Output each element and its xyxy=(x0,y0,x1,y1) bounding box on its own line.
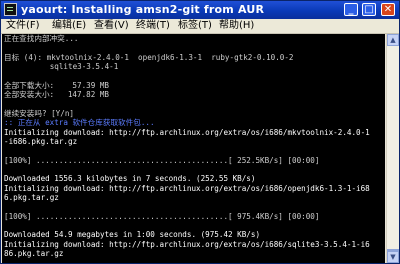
menu-help[interactable]: 帮助(H) xyxy=(219,19,254,33)
terminal-line: 目标 (4): mkvtoolnix-2.4.0-1 openjdk6-1.3-… xyxy=(4,52,294,62)
maximize-button[interactable]: □ xyxy=(362,3,376,16)
terminal-line: 全部安装大小: 147.82 MB xyxy=(4,90,109,100)
title-bar[interactable]: yaourt: Installing amsn2-git from AUR _ … xyxy=(1,1,399,19)
menu-bar: 文件(F) 编辑(E) 查看(V) 终端(T) 标签(T) 帮助(H) xyxy=(1,19,399,34)
menu-tabs[interactable]: 标签(T) xyxy=(178,19,212,33)
menu-file[interactable]: 文件(F) xyxy=(6,19,40,33)
terminal-icon xyxy=(4,3,17,16)
terminal-line: Initializing download: http://ftp.archli… xyxy=(4,183,370,193)
menu-edit[interactable]: 编辑(E) xyxy=(52,19,86,33)
terminal-line: Initializing download: http://ftp.archli… xyxy=(4,127,370,137)
terminal-line: -i686.pkg.tar.gz xyxy=(4,136,78,146)
terminal-line: Downloaded 1556.3 kilobytes in 7 seconds… xyxy=(4,174,256,184)
terminal-output[interactable]: 正在查找内部冲突... 目标 (4): mkvtoolnix-2.4.0-1 op… xyxy=(2,34,385,263)
terminal-line: [100%] .................................… xyxy=(4,155,320,165)
window-title: yaourt: Installing amsn2-git from AUR xyxy=(21,3,265,16)
terminal-line: 正在查找内部冲突... xyxy=(4,34,79,43)
menu-terminal[interactable]: 终端(T) xyxy=(136,19,170,33)
close-button[interactable]: ✕ xyxy=(381,3,395,16)
terminal-line: Initializing download: http://ftp.archli… xyxy=(4,239,370,249)
menu-view[interactable]: 查看(V) xyxy=(94,19,129,33)
minimize-button[interactable]: _ xyxy=(344,3,358,16)
terminal-line: :: 正在从 extra 软件仓库获取软件包... xyxy=(4,118,155,128)
terminal-line: Downloaded 54.9 megabytes in 1:00 second… xyxy=(4,230,261,240)
vertical-scrollbar[interactable]: ▲ ▼ xyxy=(386,34,399,263)
terminal-line: [100%] .................................… xyxy=(4,211,320,221)
scroll-down-icon[interactable]: ▼ xyxy=(387,251,399,263)
terminal-line: 6.pkg.tar.gz xyxy=(4,192,59,202)
terminal-line: 继续安装吗? [Y/n] xyxy=(4,108,74,118)
terminal-window: yaourt: Installing amsn2-git from AUR _ … xyxy=(0,0,400,264)
terminal-line: 86.pkg.tar.gz xyxy=(4,249,64,259)
terminal-line: 全部下载大小: 57.39 MB xyxy=(4,80,109,90)
scroll-up-icon[interactable]: ▲ xyxy=(387,34,399,46)
terminal-line: sqlite3-3.5.4-1 xyxy=(4,62,119,72)
